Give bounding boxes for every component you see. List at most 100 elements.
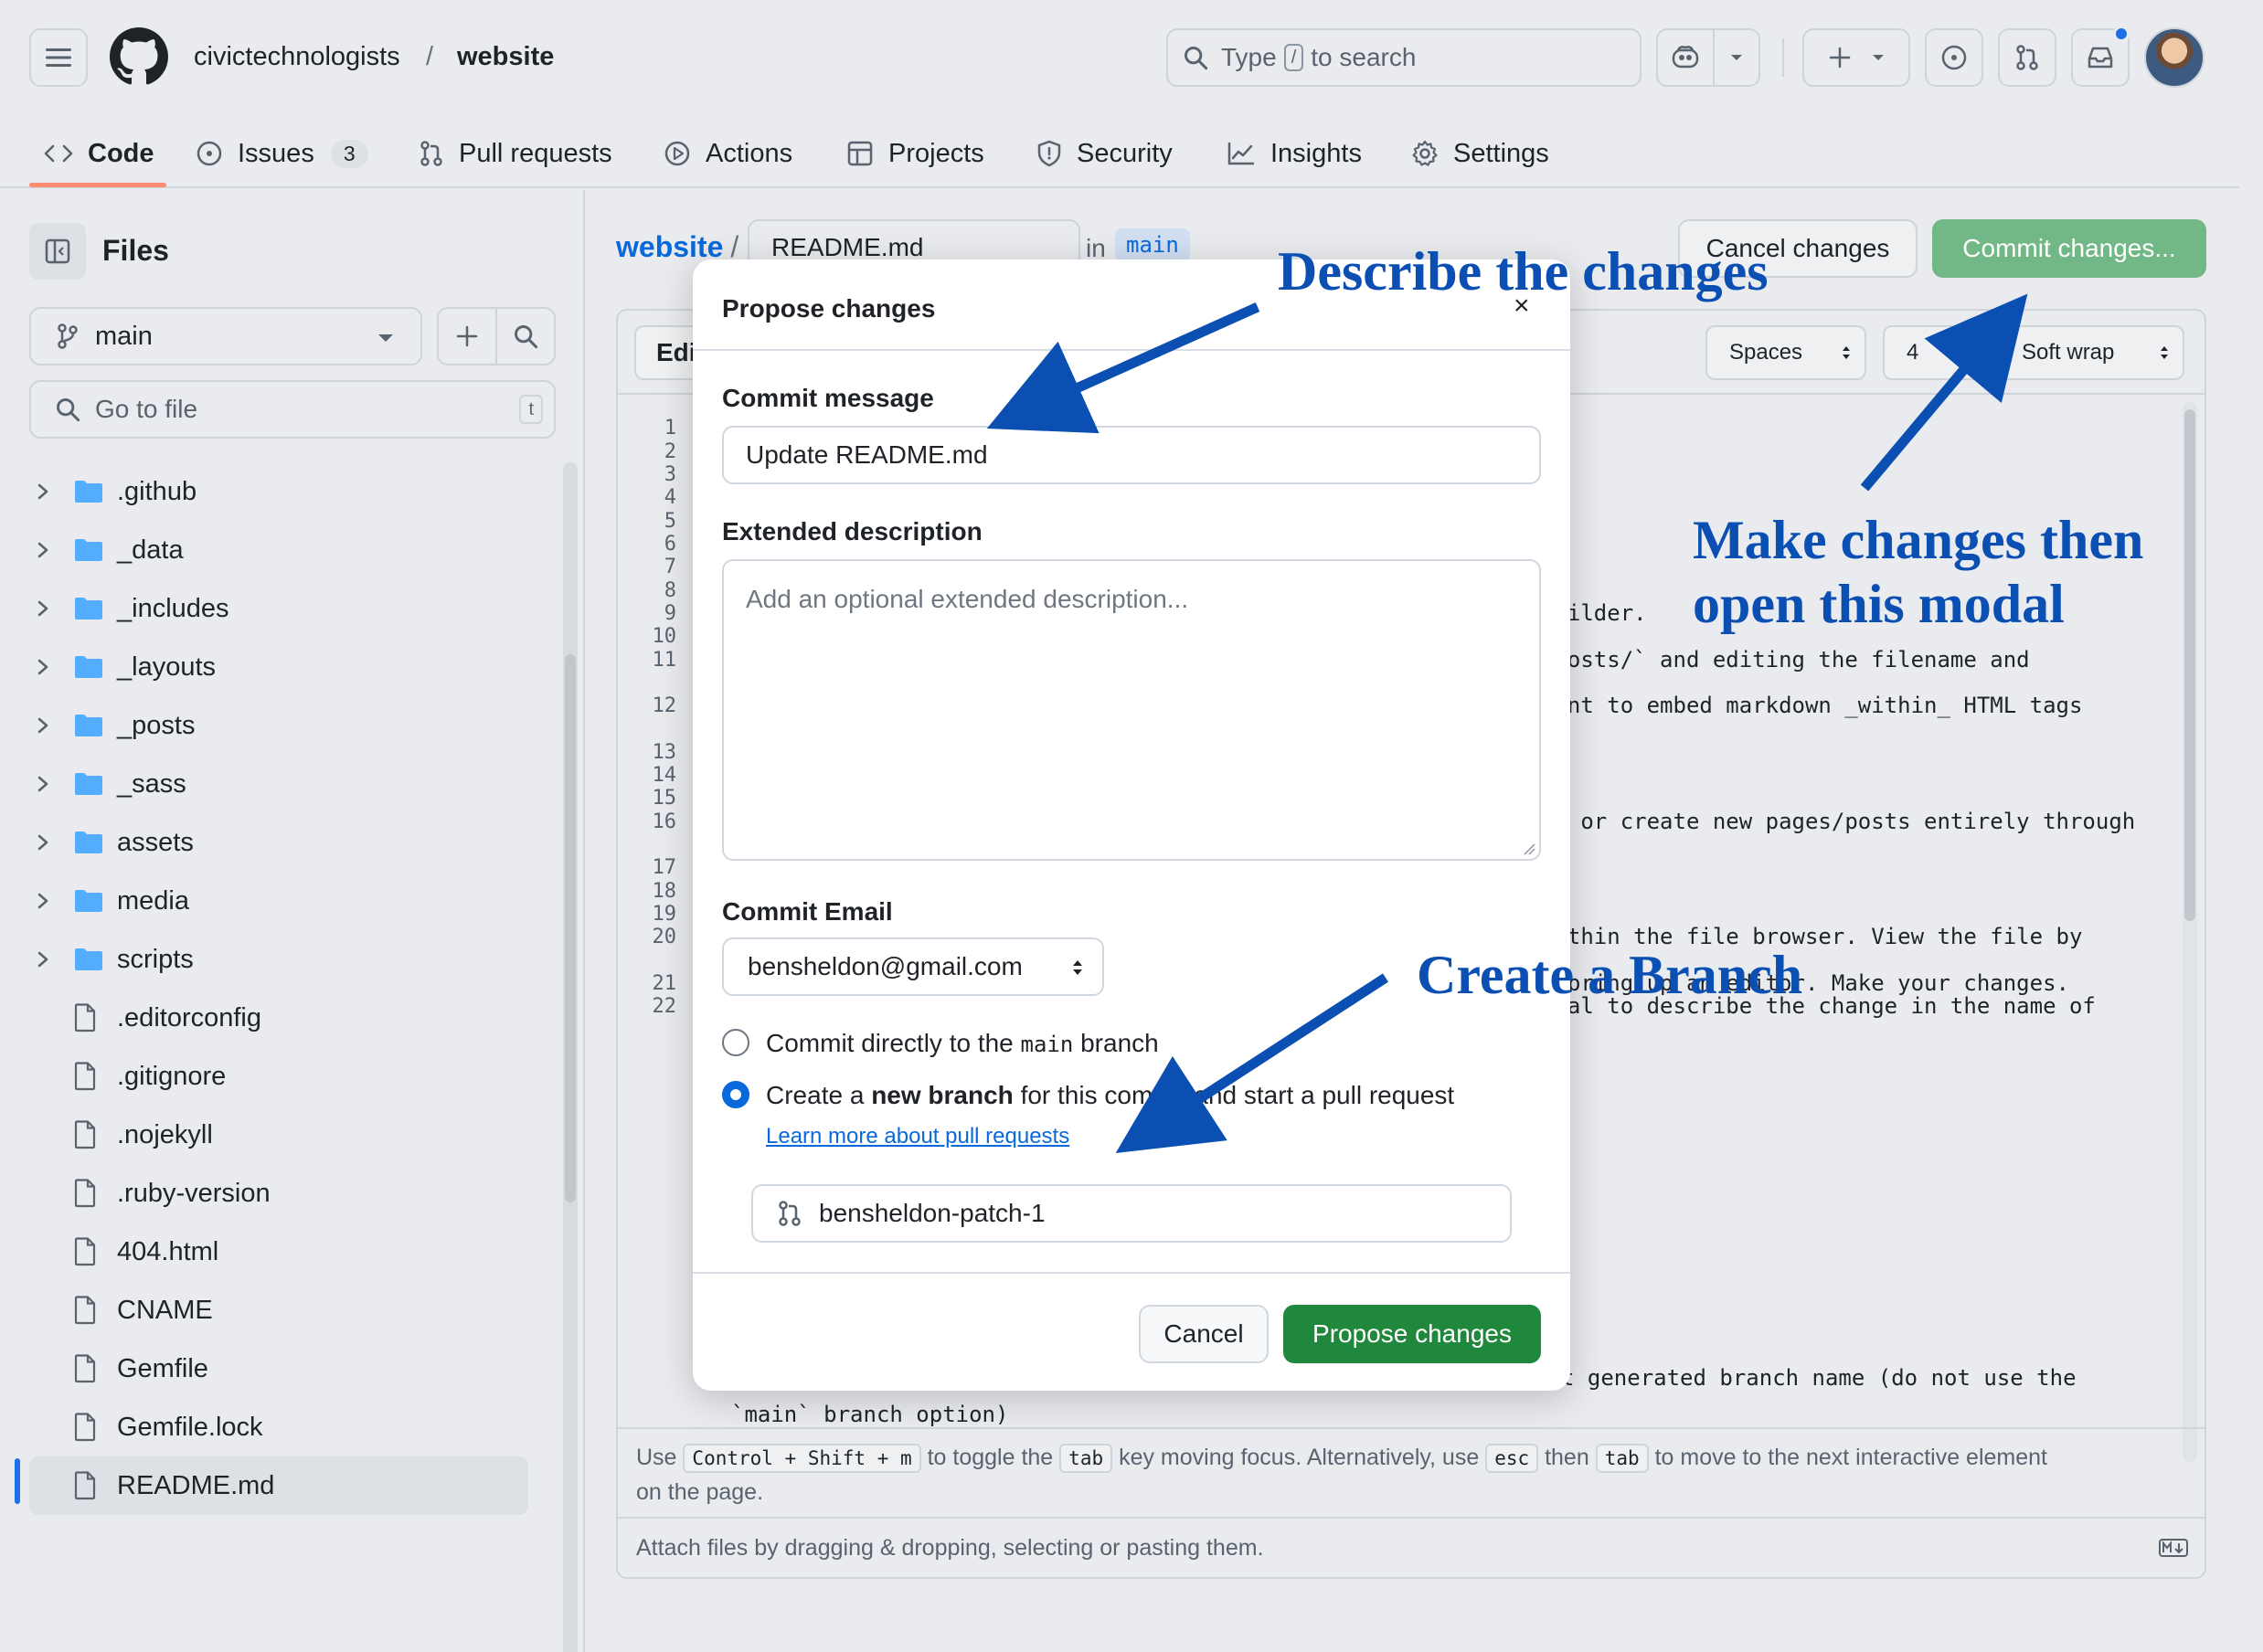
tree-file[interactable]: .gitignore — [0, 1047, 548, 1106]
tab-actions[interactable]: Actions — [664, 119, 792, 188]
commit-changes-button[interactable]: Commit changes... — [1932, 219, 2206, 278]
line-number: 21 — [652, 972, 677, 995]
tab-settings[interactable]: Settings — [1411, 119, 1549, 188]
chevron-right-icon[interactable] — [37, 950, 49, 969]
attach-files-area[interactable]: Attach files by dragging & dropping, sel… — [618, 1517, 2205, 1579]
add-file-button[interactable] — [439, 309, 497, 364]
chevron-right-icon[interactable] — [37, 892, 49, 910]
tree-file[interactable]: .nojekyll — [0, 1106, 548, 1164]
play-icon — [664, 141, 690, 166]
tree-folder[interactable]: media — [0, 872, 548, 930]
go-to-file-input[interactable]: Go to file t — [29, 380, 556, 439]
line-number: 11 — [652, 649, 677, 672]
tree-folder[interactable]: _layouts — [0, 638, 548, 696]
cancel-button[interactable]: Cancel — [1139, 1305, 1269, 1363]
wrap-mode-select[interactable]: Soft wrap — [1998, 325, 2184, 380]
chevron-right-icon[interactable] — [37, 599, 49, 618]
copilot-button[interactable] — [1656, 28, 1760, 87]
chevron-right-icon[interactable] — [37, 833, 49, 852]
tree-folder[interactable]: scripts — [0, 930, 548, 989]
tree-file[interactable]: Gemfile — [0, 1340, 548, 1398]
tree-item-label: scripts — [117, 944, 194, 974]
search-icon — [57, 398, 80, 422]
modal-footer: Cancel Propose changes — [693, 1272, 1570, 1391]
commit-direct-label[interactable]: Commit directly to the main branch — [766, 1029, 1159, 1058]
search-icon — [1185, 47, 1208, 70]
tab-security[interactable]: Security — [1036, 119, 1173, 188]
tree-folder[interactable]: assets — [0, 813, 548, 872]
tree-file[interactable]: .editorconfig — [0, 989, 548, 1047]
sidebar-scrollbar[interactable] — [563, 462, 578, 1652]
sidebar-actions — [437, 307, 556, 365]
tree-item-label: _layouts — [117, 651, 217, 682]
header-divider — [1782, 38, 1784, 77]
extended-description-textarea[interactable]: Add an optional extended description... — [722, 559, 1541, 861]
tree-file[interactable]: README.md — [29, 1456, 528, 1515]
commit-message-input[interactable]: Update README.md — [722, 426, 1541, 484]
tree-file[interactable]: Gemfile.lock — [0, 1398, 548, 1456]
pull-requests-button[interactable] — [1998, 28, 2056, 87]
line-number: 16 — [652, 810, 677, 833]
search-files-button[interactable] — [497, 309, 554, 364]
search-input[interactable]: Type / to search — [1166, 28, 1641, 87]
avatar[interactable] — [2144, 27, 2205, 88]
issue-icon — [197, 141, 222, 166]
tab-code[interactable]: Code — [44, 119, 154, 188]
tab-insights[interactable]: Insights — [1227, 119, 1362, 188]
create-new-button[interactable] — [1802, 28, 1910, 87]
indent-mode-select[interactable]: Spaces — [1705, 325, 1866, 380]
issues-button[interactable] — [1925, 28, 1983, 87]
tab-pull-requests[interactable]: Pull requests — [419, 119, 612, 188]
propose-changes-button[interactable]: Propose changes — [1283, 1305, 1541, 1363]
breadcrumb-repo-link[interactable]: website — [616, 230, 723, 263]
chevron-right-icon[interactable] — [37, 482, 49, 501]
editor-scrollbar[interactable] — [2183, 402, 2197, 1462]
search-shortcut: / — [1283, 44, 1304, 71]
branch-selector[interactable]: main — [29, 307, 422, 365]
code-line: want to embed markdown _within_ HTML tag… — [1541, 693, 2083, 718]
line-number: 13 — [652, 741, 677, 764]
tree-folder[interactable]: _posts — [0, 696, 548, 755]
tree-folder[interactable]: _data — [0, 521, 548, 579]
line-number: 8 — [664, 579, 676, 602]
hamburger-icon — [46, 48, 71, 67]
chevron-right-icon[interactable] — [37, 658, 49, 676]
github-logo-icon[interactable] — [110, 27, 168, 86]
branch-name-input[interactable]: bensheldon-patch-1 — [751, 1184, 1512, 1243]
tree-folder[interactable]: .github — [0, 462, 548, 521]
breadcrumb-repo[interactable]: website — [457, 42, 554, 72]
breadcrumb-owner[interactable]: civictechnologists — [194, 42, 400, 72]
new-branch-radio[interactable] — [722, 1081, 749, 1108]
tree-file[interactable]: 404.html — [0, 1223, 548, 1281]
chevron-right-icon[interactable] — [37, 541, 49, 559]
tab-issues[interactable]: Issues 3 — [196, 119, 368, 188]
folder-icon — [73, 479, 104, 504]
tab-projects[interactable]: Projects — [846, 119, 984, 188]
collapse-sidebar-button[interactable] — [29, 223, 86, 280]
code-line-continuation: `main` branch option) — [731, 1402, 1009, 1427]
tree-file[interactable]: .ruby-version — [0, 1164, 548, 1223]
chevron-down-icon — [1873, 55, 1884, 60]
indent-size-select[interactable]: 4 — [1883, 325, 1983, 380]
commit-email-select[interactable]: bensheldon@gmail.com — [722, 937, 1104, 996]
issues-count-badge: 3 — [330, 139, 368, 168]
learn-more-link[interactable]: Learn more about pull requests — [766, 1124, 1069, 1149]
new-branch-label[interactable]: Create a new branch for this commit and … — [766, 1081, 1454, 1110]
tree-item-label: assets — [117, 827, 194, 857]
tree-item-label: Gemfile — [117, 1353, 208, 1383]
menu-button[interactable] — [29, 28, 88, 87]
tree-file[interactable]: CNAME — [0, 1281, 548, 1340]
tab-label: Settings — [1453, 138, 1549, 168]
resize-handle-icon[interactable] — [1523, 842, 1535, 855]
chevron-right-icon[interactable] — [37, 716, 49, 735]
chevron-right-icon[interactable] — [37, 775, 49, 793]
go-to-file-shortcut: t — [519, 395, 543, 424]
active-tab-indicator — [29, 183, 166, 187]
select-arrows-icon — [2161, 346, 2168, 359]
tree-folder[interactable]: _includes — [0, 579, 548, 638]
indent-size-value: 4 — [1907, 340, 1919, 365]
caret-down-icon — [378, 334, 393, 342]
commit-direct-radio[interactable] — [722, 1029, 749, 1056]
tree-folder[interactable]: _sass — [0, 755, 548, 813]
line-number: 17 — [652, 856, 677, 879]
